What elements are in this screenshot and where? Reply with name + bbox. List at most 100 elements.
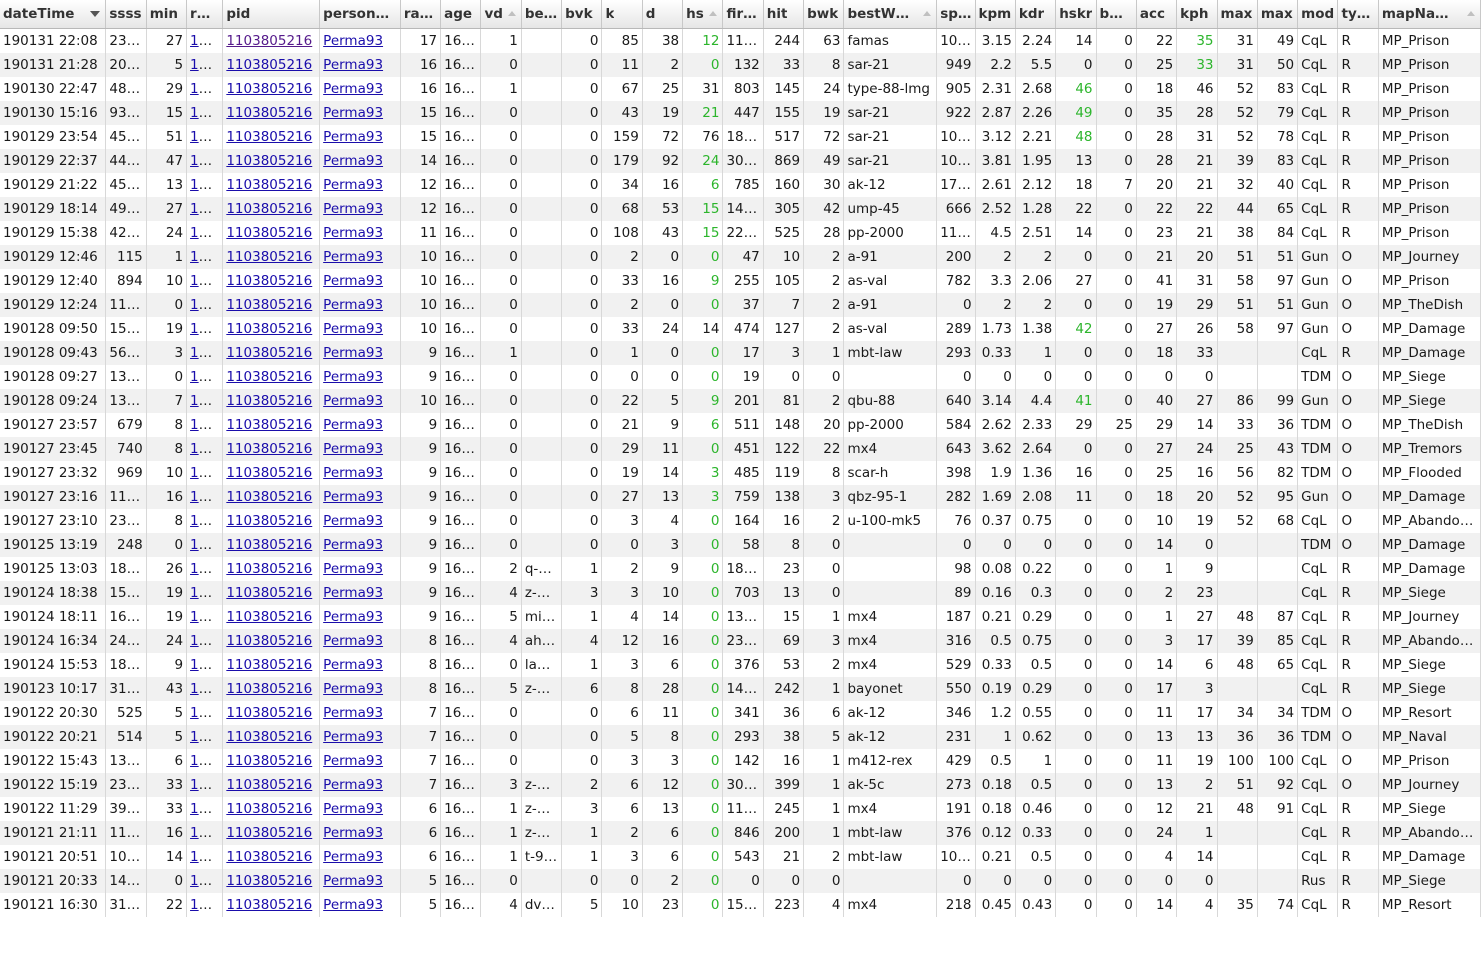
table-row[interactable]: 190130 22:47 4831 29 10… 1103805216 Perma93 16… [0, 77, 1481, 101]
repo-link[interactable]: 10… [190, 777, 221, 793]
cell-pid[interactable]: 1103805216 [222, 28, 321, 53]
cell-repo[interactable]: 10… [186, 413, 224, 437]
cell-persona[interactable]: Perma93 [319, 749, 401, 773]
cell-persona[interactable]: Perma93 [319, 893, 401, 917]
cell-pid[interactable]: 1103805216 [222, 869, 321, 893]
persona-link[interactable]: Perma93 [323, 201, 383, 217]
sort-asc-icon[interactable] [1467, 11, 1475, 16]
pid-link[interactable]: 1103805216 [226, 105, 312, 121]
cell-repo[interactable]: 10… [186, 509, 224, 533]
persona-link[interactable]: Perma93 [323, 633, 383, 649]
cell-persona[interactable]: Perma93 [319, 557, 401, 581]
cell-persona[interactable]: Perma93 [319, 773, 401, 797]
pid-link[interactable]: 1103805216 [226, 513, 312, 529]
repo-link[interactable]: 10… [190, 657, 221, 673]
cell-repo[interactable]: 10… [186, 53, 224, 77]
table-row[interactable]: 190128 09:27 1314 0 10… 1103805216 Perma93 9 16… [0, 365, 1481, 389]
repo-link[interactable]: 10… [190, 81, 221, 97]
cell-repo[interactable]: 10… [186, 869, 224, 893]
cell-persona[interactable]: Perma93 [319, 485, 401, 509]
cell-persona[interactable]: Perma93 [319, 125, 401, 149]
cell-persona[interactable]: Perma93 [319, 149, 401, 173]
pid-link[interactable]: 1103805216 [226, 297, 312, 313]
cell-persona[interactable]: Perma93 [319, 797, 401, 821]
pid-link[interactable]: 1103805216 [226, 153, 312, 169]
repo-link[interactable]: 10… [190, 33, 221, 49]
table-row[interactable]: 190123 10:17 3113 43 10… 1103805216 Perma93 8 1… [0, 677, 1481, 701]
repo-link[interactable]: 10… [190, 345, 221, 361]
column-header-hit[interactable]: hit [763, 0, 805, 29]
column-header-max1[interactable]: max [1217, 0, 1258, 29]
pid-link[interactable]: 1103805216 [226, 225, 312, 241]
table-row[interactable]: 190129 18:14 4958 27 10… 1103805216 Perma93 12… [0, 197, 1481, 221]
table-row[interactable]: 190131 22:08 2322 27 10… 1103805216 Perma93 17… [0, 28, 1481, 53]
table-row[interactable]: 190122 15:19 2340 33 10… 1103805216 Perma93 7 1… [0, 773, 1481, 797]
persona-link[interactable]: Perma93 [323, 489, 383, 505]
table-row[interactable]: 190121 20:33 1497 0 10… 1103805216 Perma93 5 16… [0, 869, 1481, 893]
repo-link[interactable]: 10… [190, 825, 221, 841]
pid-link[interactable]: 1103805216 [226, 633, 312, 649]
pid-link[interactable]: 1103805216 [226, 897, 312, 913]
persona-link[interactable]: Perma93 [323, 273, 383, 289]
column-header-age[interactable]: age [440, 0, 482, 29]
cell-repo[interactable]: 10… [186, 629, 224, 653]
repo-link[interactable]: 10… [190, 489, 221, 505]
pid-link[interactable]: 1103805216 [226, 801, 312, 817]
persona-link[interactable]: Perma93 [323, 825, 383, 841]
cell-pid[interactable]: 1103805216 [222, 797, 321, 821]
repo-link[interactable]: 10… [190, 873, 221, 889]
cell-persona[interactable]: Perma93 [319, 245, 401, 269]
persona-link[interactable]: Perma93 [323, 105, 383, 121]
persona-link[interactable]: Perma93 [323, 57, 383, 73]
column-header-dateTime[interactable]: dateTime [0, 0, 107, 29]
cell-pid[interactable]: 1103805216 [222, 413, 321, 437]
repo-link[interactable]: 10… [190, 849, 221, 865]
cell-pid[interactable]: 1103805216 [222, 653, 321, 677]
column-header-kph[interactable]: kph [1176, 0, 1218, 29]
column-header-pid[interactable]: pid [222, 0, 321, 29]
column-header-max2[interactable]: max [1257, 0, 1299, 29]
cell-persona[interactable]: Perma93 [319, 461, 401, 485]
cell-pid[interactable]: 1103805216 [222, 893, 321, 917]
persona-link[interactable]: Perma93 [323, 321, 383, 337]
column-header-persona[interactable]: persona… [319, 0, 401, 29]
repo-link[interactable]: 10… [190, 681, 221, 697]
column-header-fired[interactable]: fired [722, 0, 764, 29]
pid-link[interactable]: 1103805216 [226, 345, 312, 361]
pid-link[interactable]: 1103805216 [226, 873, 312, 889]
column-header-hskr[interactable]: hskr [1055, 0, 1097, 29]
pid-link[interactable]: 1103805216 [226, 657, 312, 673]
pid-link[interactable]: 1103805216 [226, 561, 312, 577]
table-row[interactable]: 190128 09:50 1500 19 10… 1103805216 Perma93 10… [0, 317, 1481, 341]
cell-repo[interactable]: 10… [186, 893, 224, 917]
cell-persona[interactable]: Perma93 [319, 365, 401, 389]
column-header-d[interactable]: d [642, 0, 684, 29]
cell-persona[interactable]: Perma93 [319, 173, 401, 197]
table-row[interactable]: 190125 13:03 1803 26 10… 1103805216 Perma93 9 1… [0, 557, 1481, 581]
table-row[interactable]: 190124 18:11 1624 19 10… 1103805216 Perma93 9 1… [0, 605, 1481, 629]
cell-pid[interactable]: 1103805216 [222, 533, 321, 557]
repo-link[interactable]: 10… [190, 729, 221, 745]
persona-link[interactable]: Perma93 [323, 513, 383, 529]
sort-asc-icon[interactable] [923, 11, 932, 16]
pid-link[interactable]: 1103805216 [226, 705, 312, 721]
pid-link[interactable]: 1103805216 [226, 33, 312, 49]
table-row[interactable]: 190131 21:28 2055 5 10… 1103805216 Perma93 16 1… [0, 53, 1481, 77]
persona-link[interactable]: Perma93 [323, 153, 383, 169]
cell-persona[interactable]: Perma93 [319, 845, 401, 869]
repo-link[interactable]: 10… [190, 753, 221, 769]
pid-link[interactable]: 1103805216 [226, 465, 312, 481]
pid-link[interactable]: 1103805216 [226, 129, 312, 145]
column-header-rank[interactable]: rank [400, 0, 442, 29]
pid-link[interactable]: 1103805216 [226, 585, 312, 601]
pid-link[interactable]: 1103805216 [226, 681, 312, 697]
cell-persona[interactable]: Perma93 [319, 77, 401, 101]
repo-link[interactable]: 10… [190, 105, 221, 121]
cell-persona[interactable]: Perma93 [319, 677, 401, 701]
table-row[interactable]: 190129 21:22 4562 13 10… 1103805216 Perma93 12… [0, 173, 1481, 197]
cell-repo[interactable]: 10… [186, 341, 224, 365]
cell-repo[interactable]: 10… [186, 437, 224, 461]
column-header-bwk[interactable]: bwk [803, 0, 845, 29]
repo-link[interactable]: 10… [190, 393, 221, 409]
pid-link[interactable]: 1103805216 [226, 393, 312, 409]
